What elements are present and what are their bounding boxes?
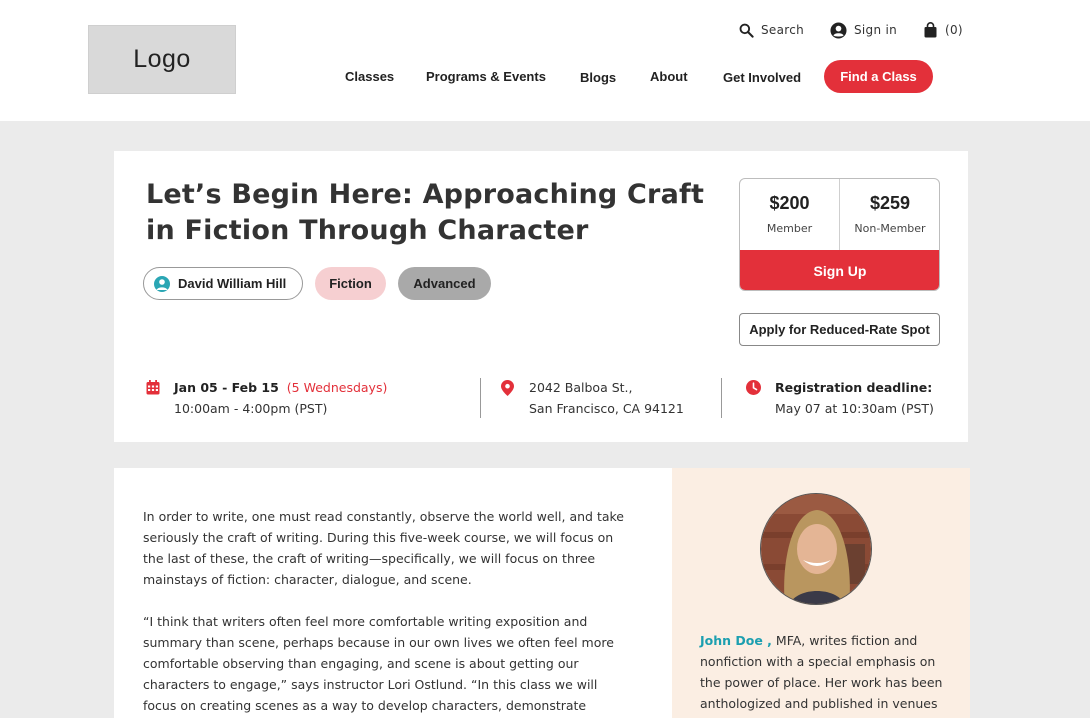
logo[interactable]: Logo — [88, 25, 236, 94]
address-line-1: 2042 Balboa St., — [529, 380, 633, 395]
nonmember-price-label: Non-Member — [854, 222, 926, 235]
instructor-name: David William Hill — [178, 276, 287, 291]
clock-icon — [746, 380, 761, 395]
member-price: $200 Member — [740, 179, 840, 251]
class-time: 10:00am - 4:00pm (PST) — [174, 401, 328, 416]
bio-text: John Doe , MFA, writes fiction and nonfi… — [700, 630, 950, 714]
date-range: Jan 05 - Feb 15 — [174, 380, 279, 395]
course-description: In order to write, one must read constan… — [114, 468, 672, 718]
instructor-chip[interactable]: David William Hill — [143, 267, 303, 300]
nonmember-price-amount: $259 — [869, 193, 911, 213]
search-link[interactable]: Search — [739, 20, 804, 40]
deadline-date: May 07 at 10:30am (PST) — [775, 401, 934, 416]
course-location: 2042 Balboa St., San Francisco, CA 94121 — [529, 377, 684, 419]
description-paragraph: “I think that writers often feel more co… — [143, 614, 614, 713]
nav-blogs[interactable]: Blogs — [580, 70, 616, 85]
find-a-class-button[interactable]: Find a Class — [824, 60, 933, 93]
bio-name[interactable]: John Doe , — [700, 633, 772, 648]
description-paragraph: In order to write, one must read constan… — [143, 509, 624, 587]
location-pin-icon — [501, 380, 514, 396]
signin-label: Sign in — [854, 23, 898, 37]
tag-advanced[interactable]: Advanced — [398, 267, 491, 300]
registration-deadline: Registration deadline: May 07 at 10:30am… — [775, 377, 934, 419]
user-icon — [830, 21, 847, 39]
course-title: Let’s Begin Here: Approaching Craft in F… — [146, 179, 705, 246]
course-dates: Jan 05 - Feb 15 (5 Wednesdays) 10:00am -… — [174, 377, 387, 419]
nonmember-price: $259 Non-Member — [840, 179, 939, 251]
member-price-amount: $200 — [769, 193, 810, 213]
instructor-bio: John Doe , MFA, writes fiction and nonfi… — [672, 468, 970, 718]
nav-get-involved[interactable]: Get Involved — [723, 70, 801, 85]
nav-programs-events[interactable]: Programs & Events — [426, 69, 546, 84]
course-card: Let’s Begin Here: Approaching Craft in F… — [114, 151, 968, 442]
deadline-label: Registration deadline: — [775, 380, 933, 395]
reduced-rate-button[interactable]: Apply for Reduced-Rate Spot — [739, 313, 940, 346]
sign-up-button[interactable]: Sign Up — [740, 250, 939, 290]
nav-classes[interactable]: Classes — [345, 69, 394, 84]
cart-link[interactable]: (0) — [923, 20, 963, 40]
session-count: (5 Wednesdays) — [286, 380, 388, 395]
pricing-box: $200 Member $259 Non-Member Sign Up — [739, 178, 940, 291]
nav-about[interactable]: About — [650, 69, 688, 84]
instructor-photo — [760, 493, 872, 605]
shopping-bag-icon — [924, 22, 937, 38]
address-line-2: San Francisco, CA 94121 — [529, 401, 684, 416]
divider — [480, 378, 481, 418]
calendar-icon — [146, 380, 160, 395]
instructor-avatar-icon — [154, 275, 170, 292]
site-header: Logo Search Sign in (0) Classes Programs… — [0, 0, 1090, 121]
tag-fiction[interactable]: Fiction — [315, 267, 386, 300]
signin-link[interactable]: Sign in — [830, 20, 897, 40]
divider — [721, 378, 722, 418]
search-label: Search — [761, 23, 805, 37]
cart-count: (0) — [945, 23, 963, 37]
search-icon — [739, 23, 754, 38]
member-price-label: Member — [766, 222, 813, 235]
